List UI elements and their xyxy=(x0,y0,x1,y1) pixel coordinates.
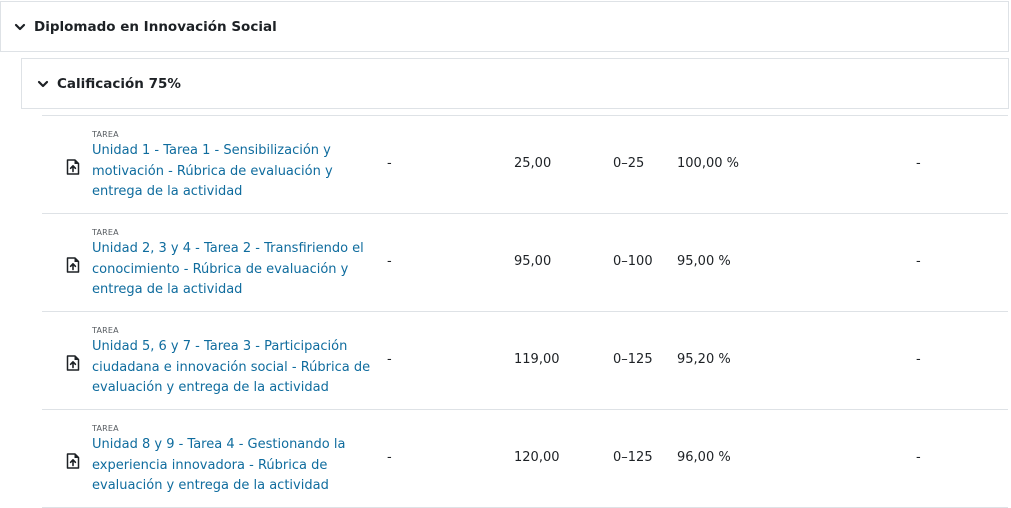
category-title: Calificación 75% xyxy=(57,75,181,92)
item-type-label: Tarea xyxy=(92,130,119,139)
category-title: Diplomado en Innovación Social xyxy=(34,18,277,35)
item-type-label: Tarea xyxy=(92,228,119,237)
grade-item-link[interactable]: Unidad 2, 3 y 4 - Tarea 2 - Transfiriend… xyxy=(92,239,372,301)
feedback-cell: - xyxy=(916,352,921,367)
assignment-icon xyxy=(66,257,80,273)
item-type-label: Tarea xyxy=(92,326,119,335)
weight-cell: - xyxy=(387,254,392,269)
category-header-diplomado[interactable]: Diplomado en Innovación Social xyxy=(0,1,1009,52)
weight-cell: - xyxy=(387,450,392,465)
table-row: Tarea Unidad 5, 6 y 7 - Tarea 3 - Partic… xyxy=(42,312,1008,410)
grade-item-link[interactable]: Unidad 8 y 9 - Tarea 4 - Gestionando la … xyxy=(92,435,372,497)
chevron-down-icon[interactable] xyxy=(36,77,50,91)
grade-items-table: Tarea Unidad 1 - Tarea 1 - Sensibilizaci… xyxy=(42,115,1008,508)
percentage-cell: 95,20 % xyxy=(677,352,731,367)
grade-cell: 120,00 xyxy=(514,450,560,465)
grade-cell: 119,00 xyxy=(514,352,560,367)
grade-item-link[interactable]: Unidad 5, 6 y 7 - Tarea 3 - Participació… xyxy=(92,337,372,399)
grade-cell: 95,00 xyxy=(514,254,552,269)
range-cell: 0–125 xyxy=(613,352,653,367)
category-header-calificacion[interactable]: Calificación 75% xyxy=(21,58,1009,109)
percentage-cell: 95,00 % xyxy=(677,254,731,269)
feedback-cell: - xyxy=(916,450,921,465)
grade-item-link[interactable]: Unidad 1 - Tarea 1 - Sensibilización y m… xyxy=(92,141,372,203)
chevron-down-icon[interactable] xyxy=(13,20,27,34)
assignment-icon xyxy=(66,159,80,175)
range-cell: 0–125 xyxy=(613,450,653,465)
table-row: Tarea Unidad 2, 3 y 4 - Tarea 2 - Transf… xyxy=(42,214,1008,312)
table-row: Tarea Unidad 1 - Tarea 1 - Sensibilizaci… xyxy=(42,115,1008,214)
range-cell: 0–25 xyxy=(613,156,645,171)
table-row: Tarea Unidad 8 y 9 - Tarea 4 - Gestionan… xyxy=(42,410,1008,508)
range-cell: 0–100 xyxy=(613,254,653,269)
feedback-cell: - xyxy=(916,254,921,269)
item-type-label: Tarea xyxy=(92,424,119,433)
weight-cell: - xyxy=(387,352,392,367)
percentage-cell: 100,00 % xyxy=(677,156,739,171)
feedback-cell: - xyxy=(916,156,921,171)
percentage-cell: 96,00 % xyxy=(677,450,731,465)
assignment-icon xyxy=(66,453,80,469)
assignment-icon xyxy=(66,355,80,371)
grade-cell: 25,00 xyxy=(514,156,552,171)
weight-cell: - xyxy=(387,156,392,171)
